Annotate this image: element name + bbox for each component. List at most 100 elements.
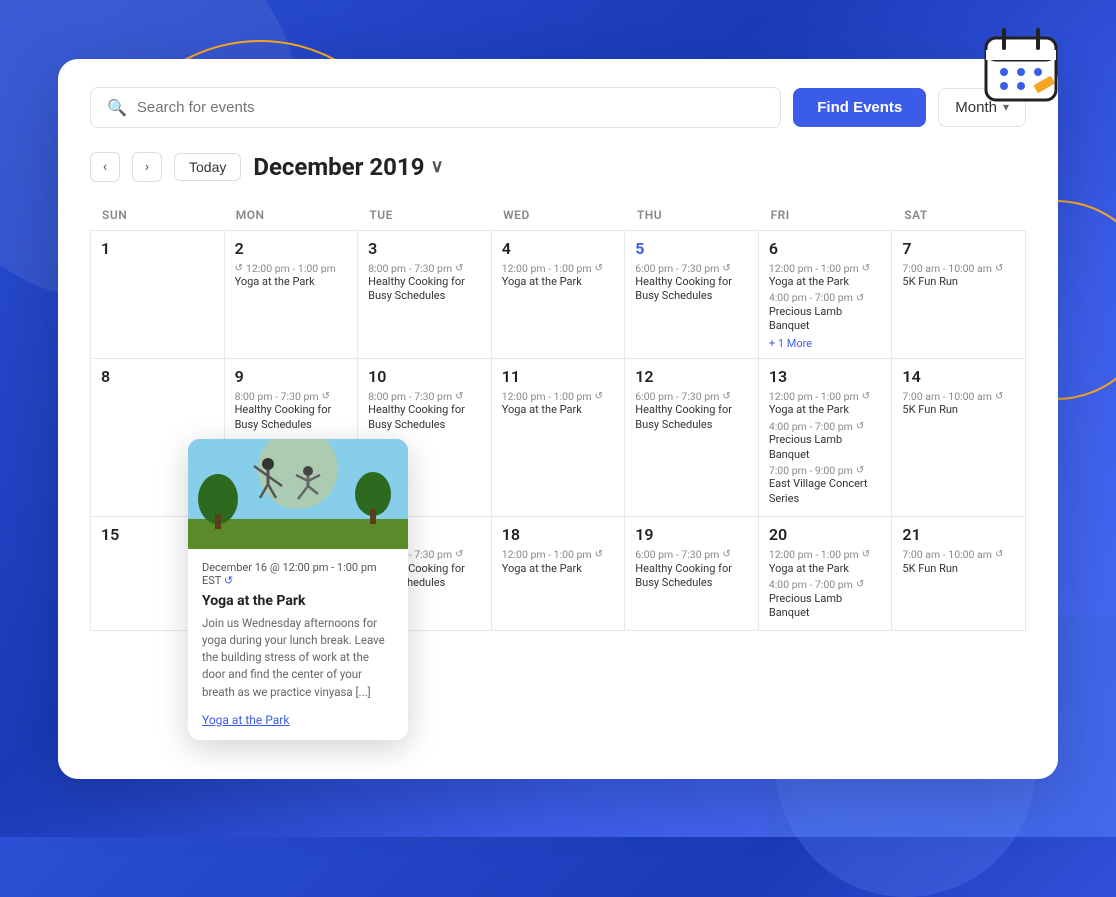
- event-item[interactable]: 7:00 am - 10:00 am ↺ 5K Fun Run: [902, 548, 1015, 576]
- event-time: 7:00 pm - 9:00 pm ↺: [769, 464, 882, 478]
- recur-icon: ↺: [455, 262, 463, 275]
- day-number: 1: [101, 239, 214, 258]
- day-number: 19: [635, 525, 748, 544]
- event-item[interactable]: 7:00 am - 10:00 am ↺ 5K Fun Run: [902, 390, 1015, 418]
- event-item[interactable]: 6:00 pm - 7:30 pm ↺ Healthy Cooking for …: [635, 390, 748, 432]
- event-item[interactable]: 8:00 pm - 7:30 pm ↺ Healthy Cooking for …: [368, 262, 481, 304]
- more-events-link[interactable]: + 1 More: [769, 337, 882, 350]
- event-item[interactable]: 12:00 pm - 1:00 pm ↺ Yoga at the Park: [769, 548, 882, 576]
- event-item[interactable]: 8:00 pm - 7:30 pm ↺ Healthy Cooking for …: [235, 390, 348, 432]
- calendar-cell-dec1[interactable]: 1: [91, 231, 225, 359]
- calendar-cell-dec6[interactable]: 6 12:00 pm - 1:00 pm ↺ Yoga at the Park …: [759, 231, 893, 359]
- recur-icon: ↺: [595, 548, 603, 561]
- event-item[interactable]: 4:00 pm - 7:00 pm ↺ Precious Lamb Banque…: [769, 291, 882, 333]
- search-icon: 🔍: [107, 98, 127, 117]
- event-name: Yoga at the Park: [502, 403, 615, 417]
- recur-icon: ↺: [455, 390, 463, 403]
- event-item[interactable]: 6:00 pm - 7:30 pm ↺ Healthy Cooking for …: [635, 548, 748, 590]
- tooltip-date: December 16 @ 12:00 pm - 1:00 pm EST ↺: [202, 561, 394, 587]
- event-item[interactable]: 8:00 pm - 7:30 pm ↺ Healthy Cooking for …: [368, 390, 481, 432]
- event-tooltip: December 16 @ 12:00 pm - 1:00 pm EST ↺ Y…: [188, 439, 408, 740]
- event-time: 4:00 pm - 7:00 pm ↺: [769, 578, 882, 592]
- calendar-cell-dec2[interactable]: 2 ↺12:00 pm - 1:00 pm Yoga at the Park: [225, 231, 359, 359]
- event-item[interactable]: 7:00 pm - 9:00 pm ↺ East Village Concert…: [769, 464, 882, 506]
- recur-icon: ↺: [856, 292, 864, 305]
- calendar-cell-dec13[interactable]: 13 12:00 pm - 1:00 pm ↺ Yoga at the Park…: [759, 359, 893, 517]
- recur-icon: ↺: [856, 464, 864, 477]
- event-time: 12:00 pm - 1:00 pm ↺: [502, 390, 615, 404]
- calendar-cell-dec4[interactable]: 4 12:00 pm - 1:00 pm ↺ Yoga at the Park: [492, 231, 626, 359]
- event-time: 12:00 pm - 1:00 pm ↺: [769, 548, 882, 562]
- event-name: Healthy Cooking for Busy Schedules: [635, 562, 748, 591]
- event-name: Yoga at the Park: [769, 562, 882, 576]
- next-month-button[interactable]: ›: [132, 152, 162, 182]
- event-name: Yoga at the Park: [235, 275, 348, 289]
- day-header-sun: SUN: [90, 200, 224, 230]
- event-name: 5K Fun Run: [902, 562, 1015, 576]
- event-time: 6:00 pm - 7:30 pm ↺: [635, 548, 748, 562]
- event-item[interactable]: 12:00 pm - 1:00 pm ↺ Yoga at the Park: [502, 390, 615, 418]
- event-item[interactable]: 6:00 pm - 7:30 pm ↺ Healthy Cooking for …: [635, 262, 748, 304]
- event-item[interactable]: 12:00 pm - 1:00 pm ↺ Yoga at the Park: [769, 390, 882, 418]
- day-number: 4: [502, 239, 615, 258]
- today-button[interactable]: Today: [174, 153, 241, 181]
- find-events-button[interactable]: Find Events: [793, 88, 926, 127]
- search-input-wrap[interactable]: 🔍: [90, 87, 781, 128]
- tooltip-body: December 16 @ 12:00 pm - 1:00 pm EST ↺ Y…: [188, 549, 408, 740]
- event-item[interactable]: 7:00 am - 10:00 am ↺ 5K Fun Run: [902, 262, 1015, 290]
- calendar-cell-dec3[interactable]: 3 8:00 pm - 7:30 pm ↺ Healthy Cooking fo…: [358, 231, 492, 359]
- calendar-cell-dec11[interactable]: 11 12:00 pm - 1:00 pm ↺ Yoga at the Park: [492, 359, 626, 517]
- recur-icon: ↺: [595, 390, 603, 403]
- recur-icon: ↺: [995, 262, 1003, 275]
- event-name: East Village Concert Series: [769, 477, 882, 506]
- event-item[interactable]: 12:00 pm - 1:00 pm ↺ Yoga at the Park: [502, 262, 615, 290]
- calendar-cell-dec7[interactable]: 7 7:00 am - 10:00 am ↺ 5K Fun Run: [892, 231, 1026, 359]
- day-headers: SUN MON TUE WED THU FRI SAT: [90, 200, 1026, 230]
- prev-month-button[interactable]: ‹: [90, 152, 120, 182]
- day-number: 7: [902, 239, 1015, 258]
- event-name: 5K Fun Run: [902, 275, 1015, 289]
- recur-icon: ↺: [856, 420, 864, 433]
- calendar-cell-dec5[interactable]: 5 6:00 pm - 7:30 pm ↺ Healthy Cooking fo…: [625, 231, 759, 359]
- day-header-fri: FRI: [759, 200, 893, 230]
- recur-icon: ↺: [322, 390, 330, 403]
- main-card: 🔍 Find Events Month ▾ ‹ › Today December…: [58, 59, 1058, 779]
- day-number: 2: [235, 239, 348, 258]
- event-name: Healthy Cooking for Busy Schedules: [368, 275, 481, 304]
- calendar-cell-dec12[interactable]: 12 6:00 pm - 7:30 pm ↺ Healthy Cooking f…: [625, 359, 759, 517]
- event-time: 4:00 pm - 7:00 pm ↺: [769, 420, 882, 434]
- event-item[interactable]: ↺12:00 pm - 1:00 pm Yoga at the Park: [235, 262, 348, 290]
- event-item[interactable]: 4:00 pm - 7:00 pm ↺ Precious Lamb Banque…: [769, 420, 882, 462]
- recur-icon: ↺: [856, 578, 864, 591]
- event-time: 7:00 am - 10:00 am ↺: [902, 262, 1015, 276]
- day-number: 10: [368, 367, 481, 386]
- event-item[interactable]: 12:00 pm - 1:00 pm ↺ Yoga at the Park: [769, 262, 882, 290]
- event-time: 12:00 pm - 1:00 pm ↺: [502, 262, 615, 276]
- day-number-today: 5: [635, 239, 748, 258]
- day-number: 20: [769, 525, 882, 544]
- calendar-title[interactable]: December 2019 ∨: [253, 153, 443, 181]
- day-header-sat: SAT: [892, 200, 1026, 230]
- event-item[interactable]: 4:00 pm - 7:00 pm ↺ Precious Lamb Banque…: [769, 578, 882, 620]
- calendar-cell-dec21[interactable]: 21 7:00 am - 10:00 am ↺ 5K Fun Run: [892, 517, 1026, 631]
- calendar-cell-dec14[interactable]: 14 7:00 am - 10:00 am ↺ 5K Fun Run: [892, 359, 1026, 517]
- search-input[interactable]: [137, 99, 764, 116]
- event-time: 6:00 pm - 7:30 pm ↺: [635, 390, 748, 404]
- event-time: 7:00 am - 10:00 am ↺: [902, 390, 1015, 404]
- tooltip-link[interactable]: Yoga at the Park: [202, 713, 289, 727]
- calendar-icon: [976, 20, 1066, 110]
- calendar-cell-dec18[interactable]: 18 12:00 pm - 1:00 pm ↺ Yoga at the Park: [492, 517, 626, 631]
- calendar-cell-dec19[interactable]: 19 6:00 pm - 7:30 pm ↺ Healthy Cooking f…: [625, 517, 759, 631]
- event-item[interactable]: 12:00 pm - 1:00 pm ↺ Yoga at the Park: [502, 548, 615, 576]
- day-number: 9: [235, 367, 348, 386]
- recur-icon: ↺: [722, 262, 730, 275]
- recur-icon: ↺: [862, 262, 870, 275]
- calendar-cell-dec20[interactable]: 20 12:00 pm - 1:00 pm ↺ Yoga at the Park…: [759, 517, 893, 631]
- recur-icon: ↺: [862, 390, 870, 403]
- event-name: Healthy Cooking for Busy Schedules: [635, 403, 748, 432]
- event-time: 4:00 pm - 7:00 pm ↺: [769, 291, 882, 305]
- day-header-thu: THU: [625, 200, 759, 230]
- event-name: Precious Lamb Banquet: [769, 433, 882, 462]
- event-name: Yoga at the Park: [502, 275, 615, 289]
- event-time: ↺12:00 pm - 1:00 pm: [235, 262, 348, 276]
